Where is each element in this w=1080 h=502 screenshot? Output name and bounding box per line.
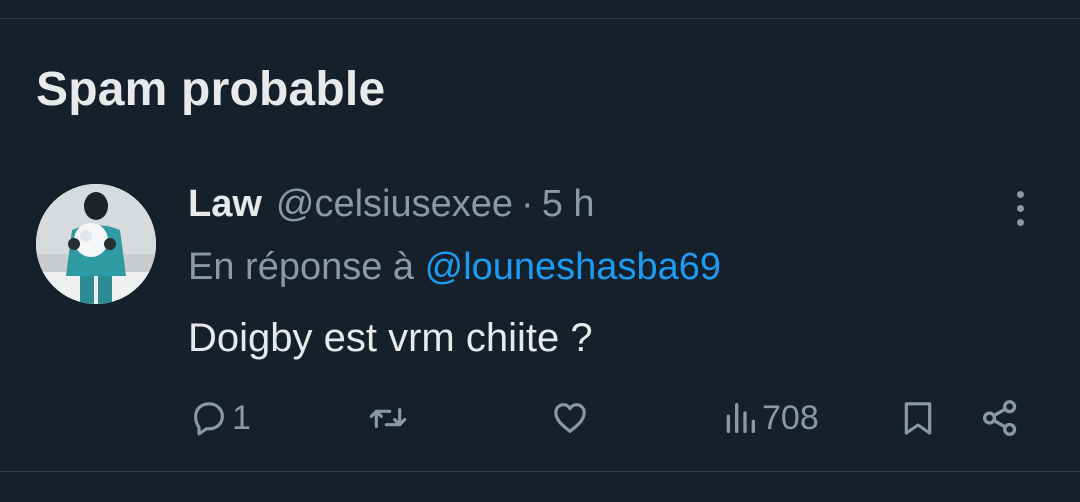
handle[interactable]: @celsiusexee <box>276 183 513 226</box>
display-name[interactable]: Law <box>188 183 262 226</box>
divider <box>0 18 1080 19</box>
more-button[interactable] <box>1000 184 1040 232</box>
timeline-page: Spam probable Law @celsiusexee · 5 h En … <box>0 0 1080 502</box>
divider <box>0 471 1080 472</box>
reply-mention-link[interactable]: @louneshasba69 <box>425 246 721 288</box>
bookmark-icon <box>904 402 932 435</box>
reply-button[interactable]: 1 <box>188 396 251 440</box>
more-vertical-icon <box>1016 204 1024 212</box>
views-count: 708 <box>762 398 819 437</box>
tweet[interactable]: Law @celsiusexee · 5 h En réponse à @lou… <box>0 170 1080 470</box>
separator: · <box>521 182 534 225</box>
more-vertical-icon <box>1016 218 1024 226</box>
retweet-icon <box>369 408 407 428</box>
heart-icon <box>554 403 586 433</box>
like-button[interactable] <box>547 396 595 440</box>
reply-prefix: En réponse à <box>188 246 415 288</box>
avatar[interactable] <box>36 184 156 304</box>
bookmark-button[interactable] <box>898 396 938 440</box>
retweet-button[interactable] <box>364 396 414 440</box>
more-vertical-icon <box>1016 190 1024 198</box>
avatar-image <box>36 184 156 304</box>
tweet-text: Doigby est vrm chiite ? <box>188 316 593 360</box>
tweet-header: Law @celsiusexee · 5 h <box>188 182 595 226</box>
share-button[interactable] <box>978 396 1022 440</box>
reply-icon <box>194 402 224 436</box>
timestamp[interactable]: 5 h <box>542 183 595 226</box>
reply-count: 1 <box>232 398 251 437</box>
views-icon <box>726 403 755 433</box>
share-icon <box>982 400 1017 436</box>
reply-context: En réponse à @louneshasba69 <box>188 246 721 289</box>
views-button[interactable]: 708 <box>720 396 819 440</box>
section-title: Spam probable <box>36 63 386 116</box>
